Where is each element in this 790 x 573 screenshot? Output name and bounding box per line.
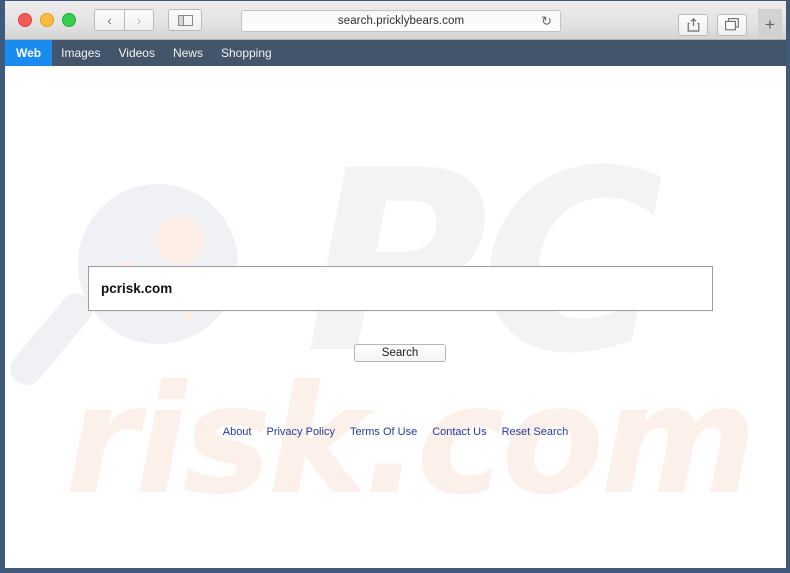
reload-icon[interactable]: ↻	[541, 15, 552, 28]
tabs-icon	[725, 18, 739, 31]
show-tabs-button[interactable]	[717, 13, 747, 36]
address-bar[interactable]: search.pricklybears.com ↻	[241, 10, 561, 32]
footer-link-terms-of-use[interactable]: Terms Of Use	[350, 426, 417, 438]
browser-toolbar: ‹ › search.pricklybears.com ↻ +	[5, 1, 786, 40]
close-window-icon[interactable]	[18, 13, 32, 27]
maximize-window-icon[interactable]	[62, 13, 76, 27]
footer-link-privacy-policy[interactable]: Privacy Policy	[266, 426, 334, 438]
back-button[interactable]: ‹	[94, 9, 124, 31]
search-input[interactable]	[89, 267, 712, 310]
nav-item-videos[interactable]: Videos	[109, 40, 163, 66]
page-content: PC risk.com Search About Privacy Policy …	[5, 66, 786, 568]
magnifier-lens	[78, 184, 238, 344]
search-button[interactable]: Search	[354, 344, 446, 362]
sidebar-toggle-button[interactable]	[168, 9, 202, 31]
url-text: search.pricklybears.com	[337, 15, 465, 27]
share-button[interactable]	[678, 13, 708, 36]
footer-link-contact-us[interactable]: Contact Us	[432, 426, 486, 438]
navigation-buttons: ‹ ›	[94, 9, 154, 31]
minimize-window-icon[interactable]	[40, 13, 54, 27]
footer-link-about[interactable]: About	[223, 426, 252, 438]
footer-link-reset-search[interactable]: Reset Search	[502, 426, 569, 438]
nav-item-images[interactable]: Images	[52, 40, 109, 66]
site-navigation-bar: Web Images Videos News Shopping	[5, 40, 786, 66]
toolbar-right-buttons: +	[678, 9, 782, 39]
footer-links: About Privacy Policy Terms Of Use Contac…	[5, 426, 786, 438]
forward-button[interactable]: ›	[124, 9, 154, 31]
share-icon	[687, 17, 699, 32]
watermark-risk-text: risk.com	[65, 354, 757, 528]
browser-window: ‹ › search.pricklybears.com ↻ + Web Imag…	[0, 0, 790, 573]
new-tab-button[interactable]: +	[758, 9, 782, 39]
magnifier-dot	[156, 216, 204, 264]
window-controls	[18, 13, 76, 27]
nav-item-shopping[interactable]: Shopping	[212, 40, 281, 66]
nav-item-web[interactable]: Web	[5, 40, 53, 66]
search-input-container[interactable]	[88, 266, 713, 311]
magnifier-dot	[184, 312, 193, 321]
magnifier-handle	[5, 287, 99, 392]
sidebar-icon	[177, 14, 193, 26]
nav-item-news[interactable]: News	[164, 40, 212, 66]
